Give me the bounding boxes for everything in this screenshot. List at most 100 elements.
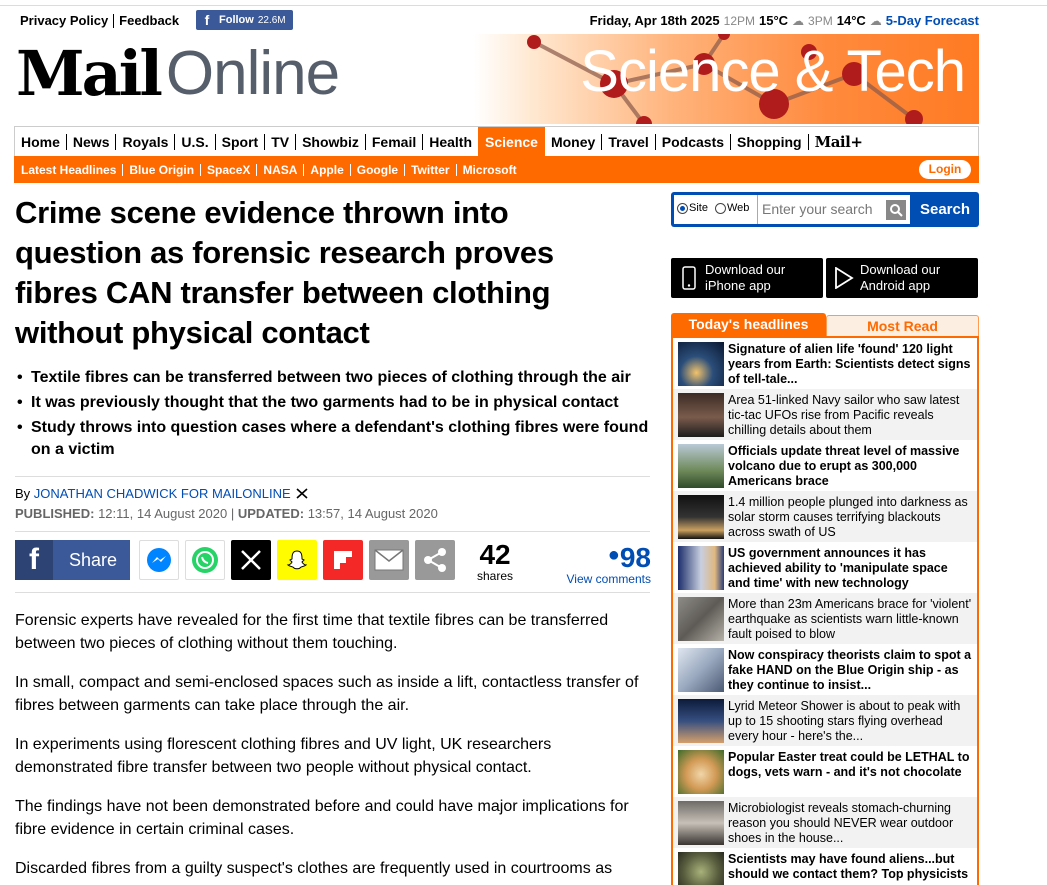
nav-item-health[interactable]: Health <box>423 134 478 150</box>
headline-text[interactable]: Officials update threat level of massive… <box>728 444 973 489</box>
nav-item-podcasts[interactable]: Podcasts <box>656 134 732 150</box>
nav-item-u-s[interactable]: U.S. <box>175 134 216 150</box>
email-share-button[interactable] <box>369 540 409 580</box>
headline-text[interactable]: Signature of alien life 'found' 120 ligh… <box>728 342 973 387</box>
nav-item-money[interactable]: Money <box>545 134 603 150</box>
author-link[interactable]: JONATHAN CHADWICK FOR MAILONLINE <box>34 486 291 501</box>
nav-item-tv[interactable]: TV <box>265 134 297 150</box>
headline-item[interactable]: US government announces it has achieved … <box>673 542 977 593</box>
comments-label: View comments <box>566 572 651 586</box>
headline-item[interactable]: Scientists may have found aliens...but s… <box>673 848 977 885</box>
nav-item-home[interactable]: Home <box>15 134 67 150</box>
subnav-item-twitter[interactable]: Twitter <box>405 163 457 176</box>
mailonline-logo[interactable]: Mail Online <box>16 36 340 110</box>
cloud-icon: ☁ <box>869 13 882 28</box>
iphone-app-button[interactable]: Download our iPhone app <box>671 258 823 298</box>
search-button[interactable]: Search <box>911 192 979 227</box>
updated-time: 13:57, 14 August 2020 <box>307 506 438 521</box>
headline-thumbnail[interactable] <box>678 699 724 743</box>
headline-thumbnail[interactable] <box>678 801 724 845</box>
headline-text[interactable]: Lyrid Meteor Shower is about to peak wit… <box>728 699 973 744</box>
whatsapp-share-button[interactable] <box>185 540 225 580</box>
subnav-item-microsoft[interactable]: Microsoft <box>457 164 523 176</box>
messenger-share-button[interactable] <box>139 540 179 580</box>
x-icon[interactable] <box>296 488 308 499</box>
nav-item-science[interactable]: Science <box>478 127 545 157</box>
nav-item-mail[interactable]: Mail+ <box>809 133 869 151</box>
five-day-forecast-link[interactable]: 5-Day Forecast <box>886 13 979 28</box>
share-nodes-icon <box>424 548 446 572</box>
masthead: Mail Online Science & Tech <box>14 34 979 126</box>
flipboard-share-button[interactable] <box>323 540 363 580</box>
facebook-share-button[interactable]: f Share <box>15 540 130 580</box>
subnav-item-latest-headlines[interactable]: Latest Headlines <box>21 163 124 176</box>
android-app-label: Download our Android app <box>860 262 940 294</box>
nav-item-news[interactable]: News <box>67 134 117 150</box>
headline-text[interactable]: US government announces it has achieved … <box>728 546 973 591</box>
subnav-item-apple[interactable]: Apple <box>304 163 351 176</box>
site-label: Site <box>689 202 708 214</box>
site-radio[interactable]: Site <box>677 202 708 214</box>
headline-item[interactable]: Now conspiracy theorists claim to spot a… <box>673 644 977 695</box>
headline-text[interactable]: More than 23m Americans brace for 'viole… <box>728 597 973 642</box>
main-nav: Home News Royals U.S. Sport TV Showbiz Femail He… <box>14 126 979 157</box>
headline-text[interactable]: 1.4 million people plunged into darkness… <box>728 495 973 540</box>
speech-bubble-icon: ● <box>607 544 620 566</box>
headline-thumbnail[interactable] <box>678 546 724 590</box>
headlines-list: Signature of alien life 'found' 120 ligh… <box>671 336 979 885</box>
headline-thumbnail[interactable] <box>678 648 724 692</box>
nav-item-travel[interactable]: Travel <box>602 134 656 150</box>
headline-thumbnail[interactable] <box>678 444 724 488</box>
headline-item[interactable]: Officials update threat level of massive… <box>673 440 977 491</box>
x-share-button[interactable] <box>231 540 271 580</box>
web-radio[interactable]: Web <box>715 202 749 214</box>
headline-thumbnail[interactable] <box>678 495 724 539</box>
subnav-item-nasa[interactable]: NASA <box>257 163 305 176</box>
byline: By JONATHAN CHADWICK FOR MAILONLINE <box>15 486 308 501</box>
comments-link[interactable]: ●98 View comments <box>566 540 651 586</box>
snapchat-share-button[interactable] <box>277 540 317 580</box>
android-line-1: Download our <box>860 262 941 277</box>
web-label: Web <box>727 202 750 214</box>
headline-text[interactable]: Scientists may have found aliens...but s… <box>728 852 973 882</box>
headline-item[interactable]: More than 23m Americans brace for 'viole… <box>673 593 977 644</box>
sub-nav: Latest Headlines Blue Origin SpaceX NASA App… <box>14 156 979 183</box>
headline-thumbnail[interactable] <box>678 750 724 794</box>
subnav-item-blue-origin[interactable]: Blue Origin <box>123 163 202 176</box>
headline-thumbnail[interactable] <box>678 342 724 386</box>
headline-thumbnail[interactable] <box>678 597 724 641</box>
headline-item[interactable]: Microbiologist reveals stomach-churning … <box>673 797 977 848</box>
facebook-follow-button[interactable]: f Follow 22.6M <box>196 10 293 30</box>
logo-mail: Mail <box>16 36 163 110</box>
nav-item-femail[interactable]: Femail <box>366 134 424 150</box>
headline-item[interactable]: 1.4 million people plunged into darkness… <box>673 491 977 542</box>
tab-todays-headlines[interactable]: Today's headlines <box>671 313 826 336</box>
subnav-item-google[interactable]: Google <box>351 163 406 176</box>
headline-text[interactable]: Microbiologist reveals stomach-churning … <box>728 801 973 846</box>
headline-text[interactable]: Popular Easter treat could be LETHAL to … <box>728 750 973 780</box>
divider <box>113 13 115 28</box>
headline-item[interactable]: Signature of alien life 'found' 120 ligh… <box>673 338 977 389</box>
nav-item-royals[interactable]: Royals <box>116 134 176 150</box>
headline-thumbnail[interactable] <box>678 393 724 437</box>
headline-item[interactable]: Popular Easter treat could be LETHAL to … <box>673 746 977 797</box>
privacy-policy-link[interactable]: Privacy Policy <box>20 13 108 28</box>
nav-item-sport[interactable]: Sport <box>216 134 266 150</box>
divider <box>15 476 650 477</box>
headline-text[interactable]: Now conspiracy theorists claim to spot a… <box>728 648 973 693</box>
headline-thumbnail[interactable] <box>678 852 724 885</box>
subnav-item-spacex[interactable]: SpaceX <box>201 163 258 176</box>
headline-item[interactable]: Area 51-linked Navy sailor who saw lates… <box>673 389 977 440</box>
feedback-link[interactable]: Feedback <box>119 13 179 28</box>
more-share-button[interactable] <box>415 540 455 580</box>
search-icon[interactable] <box>886 200 906 220</box>
headline-text[interactable]: Area 51-linked Navy sailor who saw lates… <box>728 393 973 438</box>
nav-item-showbiz[interactable]: Showbiz <box>296 134 366 150</box>
android-app-button[interactable]: Download our Android app <box>826 258 978 298</box>
top-divider <box>0 5 1047 6</box>
phone-icon <box>673 266 705 290</box>
nav-item-shopping[interactable]: Shopping <box>731 134 809 150</box>
login-button[interactable]: Login <box>919 160 971 179</box>
headline-item[interactable]: Lyrid Meteor Shower is about to peak wit… <box>673 695 977 746</box>
tab-most-read[interactable]: Most Read <box>826 315 979 336</box>
